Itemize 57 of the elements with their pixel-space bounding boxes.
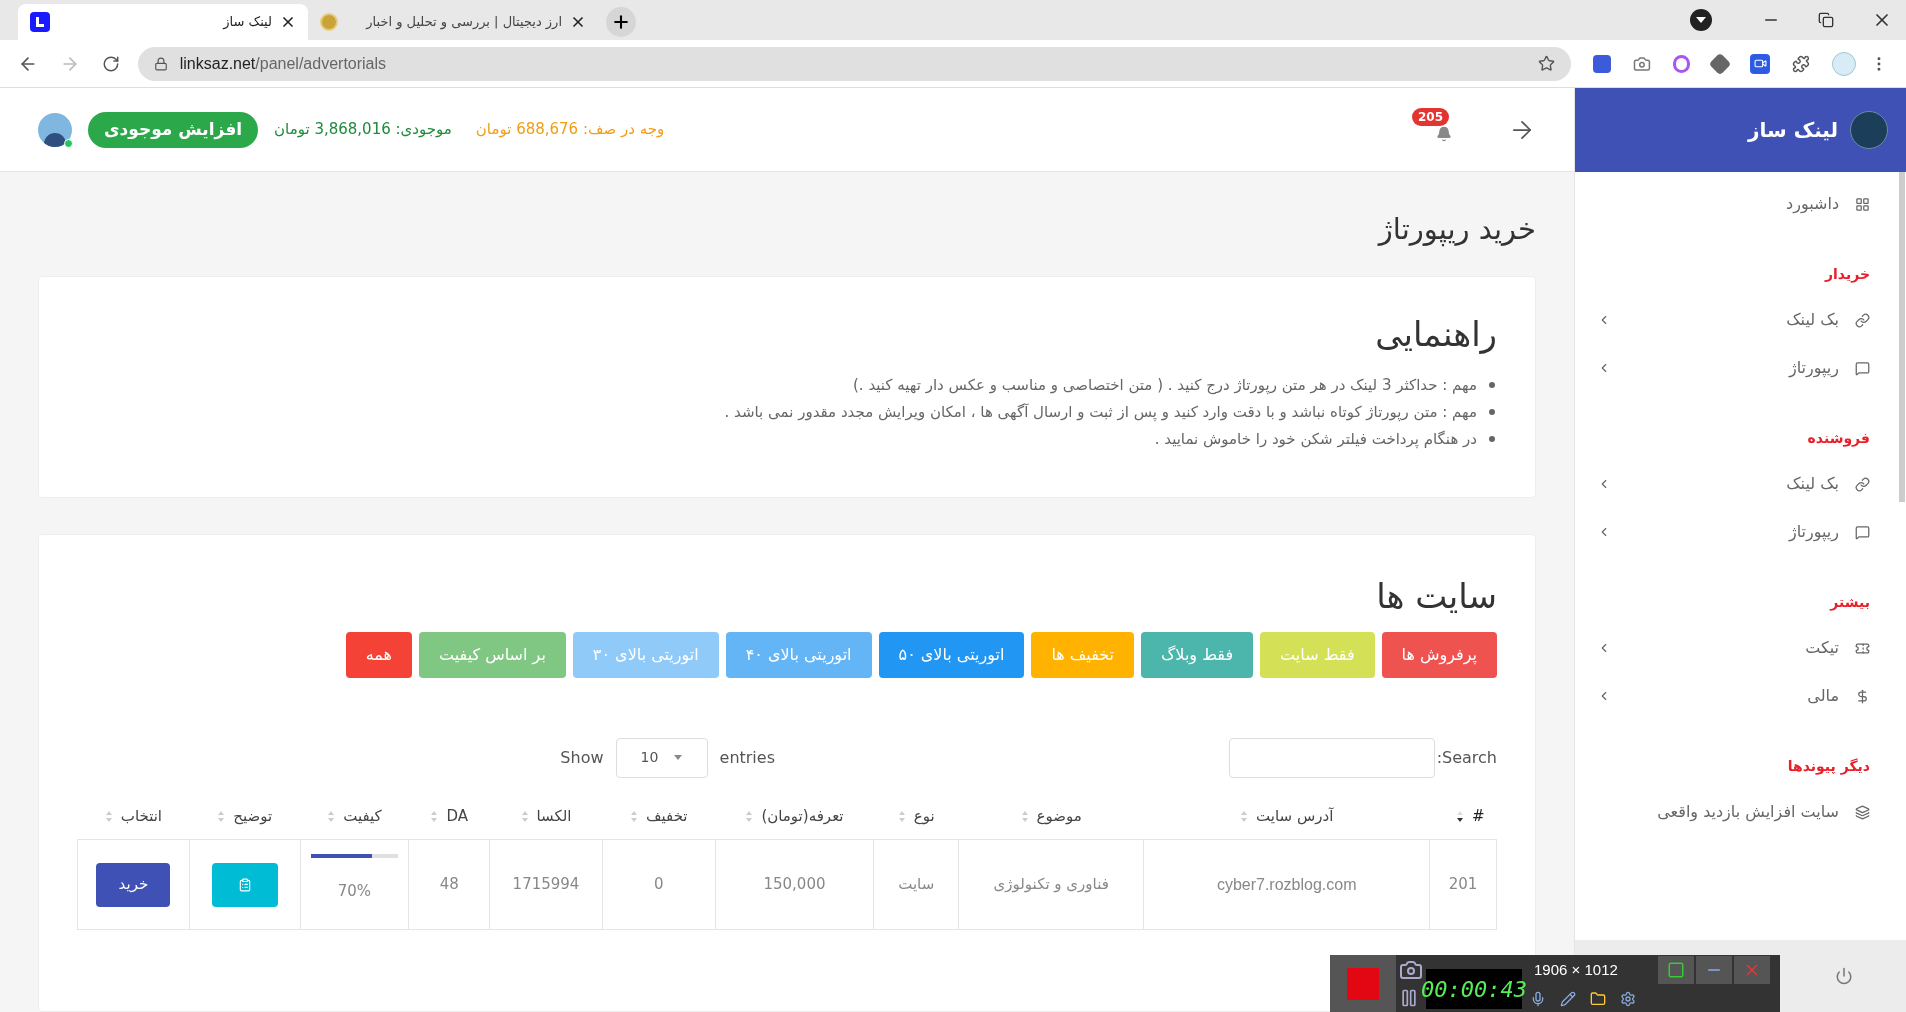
buy-button[interactable]: خرید (96, 862, 171, 907)
guide-item: مهم : حداکثر 3 لینک در هر متن رپورتاژ درج کنید . ( متن اختصاصی و مناسب و عکس دار تهیه کنید .) (853, 374, 1477, 397)
table-cell: 201 (1429, 839, 1497, 930)
column-header[interactable]: موضوع (966, 805, 1136, 828)
column-header[interactable]: نوع (881, 805, 951, 828)
column-header[interactable]: تخفیف (610, 805, 708, 828)
entries-label: entries (719, 746, 775, 769)
table-cell: cyber7.rozblog.com (1143, 839, 1430, 930)
section-heading: خریدار (1825, 264, 1870, 285)
filter-button[interactable]: همه (345, 631, 413, 678)
section-heading: فروشنده (1807, 428, 1870, 449)
browser-tab[interactable]: لینک ساز (18, 4, 308, 40)
table-cell: 48 (408, 839, 490, 930)
url-text: linksaz.net/panel/advertorials (179, 53, 387, 74)
sidebar-item[interactable]: مالی (1597, 672, 1870, 720)
tab-title: ارز دیجیتال | بررسی و تحلیل و اخبار (364, 13, 562, 32)
filter-button[interactable]: پرفروش ها (1381, 631, 1497, 678)
quality-reading: 70% (336, 881, 373, 903)
sidebar-item[interactable]: سایت افزایش بازدید واقعی (1597, 788, 1870, 836)
sidebar-item[interactable]: بک لینک (1597, 296, 1870, 344)
sidebar-item[interactable]: ریپورتاژ (1597, 344, 1870, 392)
sidebar-item[interactable]: داشبورد (1597, 180, 1870, 228)
page-title: خرید ریپورتاژ (1378, 211, 1536, 249)
brand-name[interactable]: لینک ساز (1748, 115, 1838, 145)
column-header[interactable]: DA (416, 805, 482, 828)
column-header[interactable]: تعرفه(تومان) (723, 805, 866, 828)
column-header[interactable]: الکسا (497, 805, 595, 828)
table-cell: 150,000 (715, 839, 874, 930)
sidebar-item[interactable]: ریپورتاژ (1597, 508, 1870, 556)
queue-text: وجه در صف: 688,676 تومان (475, 119, 665, 141)
section-heading: دیگر پیوندها (1787, 756, 1870, 777)
show-label: Show (560, 746, 604, 769)
table-cell: سایت (873, 839, 959, 930)
notification-badge: 205 (1412, 107, 1450, 126)
section-heading: بیشتر (1830, 592, 1870, 613)
guide-item: مهم : متن رپورتاژ کوتاه نباشد و با دقت وارد کنید و پس از ثبت و ارسال آگهی ها ، امکان ویرایش مجدد مقدور نمی باشد . (724, 401, 1477, 424)
guide-item: در هنگام پرداخت فیلتر شکن خود را خاموش نمایید . (1154, 428, 1477, 450)
capture-size: 1906 × 1012 (1533, 959, 1619, 980)
filter-button[interactable]: اتوریتی بالای ۵۰ (878, 631, 1025, 678)
column-header[interactable]: توضیح (197, 805, 293, 828)
table-cell: 0 (602, 839, 716, 930)
sidebar-item[interactable]: بک لینک (1597, 460, 1870, 508)
sites-title: سایت ها (1376, 574, 1497, 618)
search-label: Search: (1436, 746, 1497, 769)
column-header[interactable]: آدرس سایت (1151, 805, 1422, 828)
table-cell: فناوری و تکنولوژی (958, 839, 1144, 930)
table-cell: 1715994 (489, 839, 603, 930)
column-header[interactable]: انتخاب (85, 805, 182, 828)
column-header[interactable]: # (1437, 805, 1489, 828)
column-header[interactable]: کیفیت (308, 805, 401, 828)
page-size-select[interactable]: 10 (615, 737, 708, 778)
tab-title: لینک ساز (221, 13, 272, 32)
balance-text: موجودی: 3,868,016 تومان (274, 119, 452, 141)
sidebar-item[interactable]: تیکت (1597, 624, 1870, 672)
guide-title: راهنمایی (1375, 312, 1497, 356)
address-bar[interactable]: linksaz.net/panel/advertorials (137, 46, 1571, 81)
topup-button[interactable]: افزایش موجودی (88, 111, 259, 148)
